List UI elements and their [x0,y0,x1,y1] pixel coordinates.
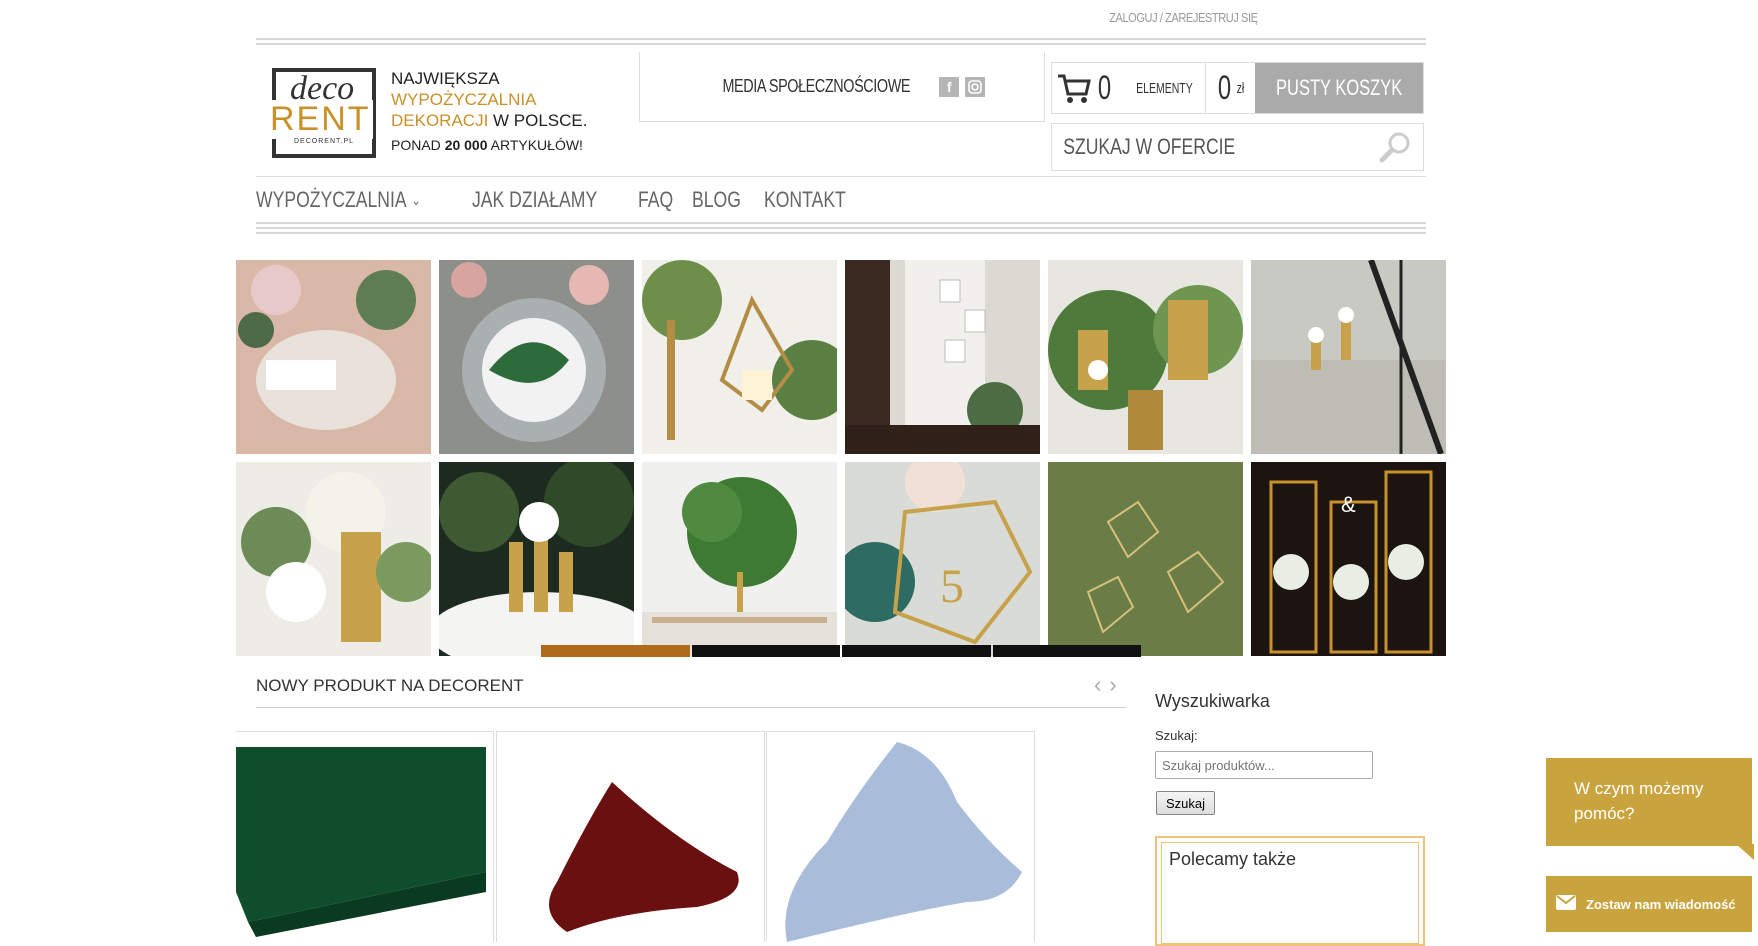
envelope-icon [1556,895,1576,913]
social-media-box: MEDIA SPOŁECZNOŚCIOWE f [639,52,1045,122]
sidebar-search-title: Wyszukiwarka [1155,691,1270,711]
recommended-title: Polecamy także [1169,849,1297,869]
search-box [1051,123,1424,171]
product-image-green-tablecloth [236,747,486,937]
gallery-image[interactable] [439,260,634,454]
main-nav: WYPOŻYCZALNIA ⌄ JAK DZIAŁAMY FAQ BLOG KON… [256,176,1426,223]
sidebar-search-label: Szukaj: [1155,728,1198,743]
gallery-image[interactable] [642,260,837,454]
search-input[interactable] [1052,124,1305,170]
logo-rent-text: RENT [268,100,373,139]
slider-pagination [541,645,1141,657]
tagline-line-2: WYPOŻYCZALNIA [391,90,537,109]
product-card[interactable] [766,731,1035,942]
facebook-icon[interactable]: f [939,76,960,97]
nav-item-faq[interactable]: FAQ [638,187,673,213]
new-products-divider [256,707,1126,708]
nav-item-jak-dzialamy[interactable]: JAK DZIAŁAMY [472,187,597,213]
gallery-image[interactable] [845,260,1040,454]
chevron-right-icon[interactable]: › [1109,672,1124,697]
product-image-burgundy-napkin [549,782,739,932]
gallery-image[interactable] [236,462,431,656]
slider-dot[interactable] [541,645,690,657]
cart-total: 0 zł [1217,68,1245,107]
cart-widget: 0 ELEMENTY 0 zł PUSTY KOSZYK [1051,62,1424,114]
logo-url-text: DECORENT.PL [294,138,355,145]
gallery-image[interactable] [642,462,837,656]
carousel-arrows: ‹› [1094,672,1125,698]
instagram-icon[interactable] [965,76,986,97]
slider-dot[interactable] [842,645,991,657]
chevron-left-icon[interactable]: ‹ [1094,672,1109,697]
tagline-line-3: DEKORACJI W POLSCE. [391,111,588,130]
search-icon[interactable] [1379,130,1413,169]
nav-item-wypozyczalnia[interactable]: WYPOŻYCZALNIA ⌄ [256,187,421,213]
cart-item-count: 0 ELEMENTY [1095,63,1207,113]
product-card[interactable] [496,731,765,942]
svg-text:5: 5 [940,560,964,613]
svg-text:&: & [1341,492,1356,517]
gallery-image[interactable] [1251,260,1446,454]
tagline: NAJWIĘKSZA WYPOŻYCZALNIA DEKORACJI W POL… [391,68,587,156]
gallery-image[interactable] [1048,260,1243,454]
tagline-line-4: PONAD 20 000 ARTYKUŁÓW! [391,137,583,153]
gallery-image[interactable] [236,260,431,454]
chevron-down-icon: ⌄ [411,191,421,208]
product-search-button[interactable]: Szukaj [1156,791,1216,815]
gallery-image[interactable]: 5 [845,462,1040,656]
social-media-label: MEDIA SPOŁECZNOŚCIOWE [722,76,910,96]
slider-dot[interactable] [691,645,840,657]
header-divider [256,38,1426,48]
leave-message-button[interactable]: Zostaw nam wiadomość [1546,876,1752,932]
nav-item-kontakt[interactable]: KONTAKT [764,187,846,213]
gallery-image[interactable]: & [1251,462,1446,656]
product-card[interactable] [236,731,494,942]
login-register-link[interactable]: ZALOGUJ / ZAREJESTRUJ SIĘ [1110,10,1259,25]
cart-icon[interactable] [1052,63,1095,113]
slider-dot[interactable] [992,645,1141,657]
empty-cart-button[interactable]: PUSTY KOSZYK [1254,63,1423,113]
nav-item-blog[interactable]: BLOG [692,187,741,213]
nav-divider [256,222,1426,237]
chat-help-bubble[interactable]: W czym możemy pomóc? [1546,758,1754,860]
product-image-blue-napkin [785,742,1022,942]
gallery-image[interactable] [1048,462,1243,656]
gallery-image[interactable] [439,462,634,656]
new-products-heading: NOWY PRODUKT NA DECORENT [256,676,524,695]
photo-gallery-slider[interactable]: 5 & [236,260,1446,657]
tagline-line-1: NAJWIĘKSZA [391,69,500,88]
product-search-input[interactable] [1155,751,1373,779]
